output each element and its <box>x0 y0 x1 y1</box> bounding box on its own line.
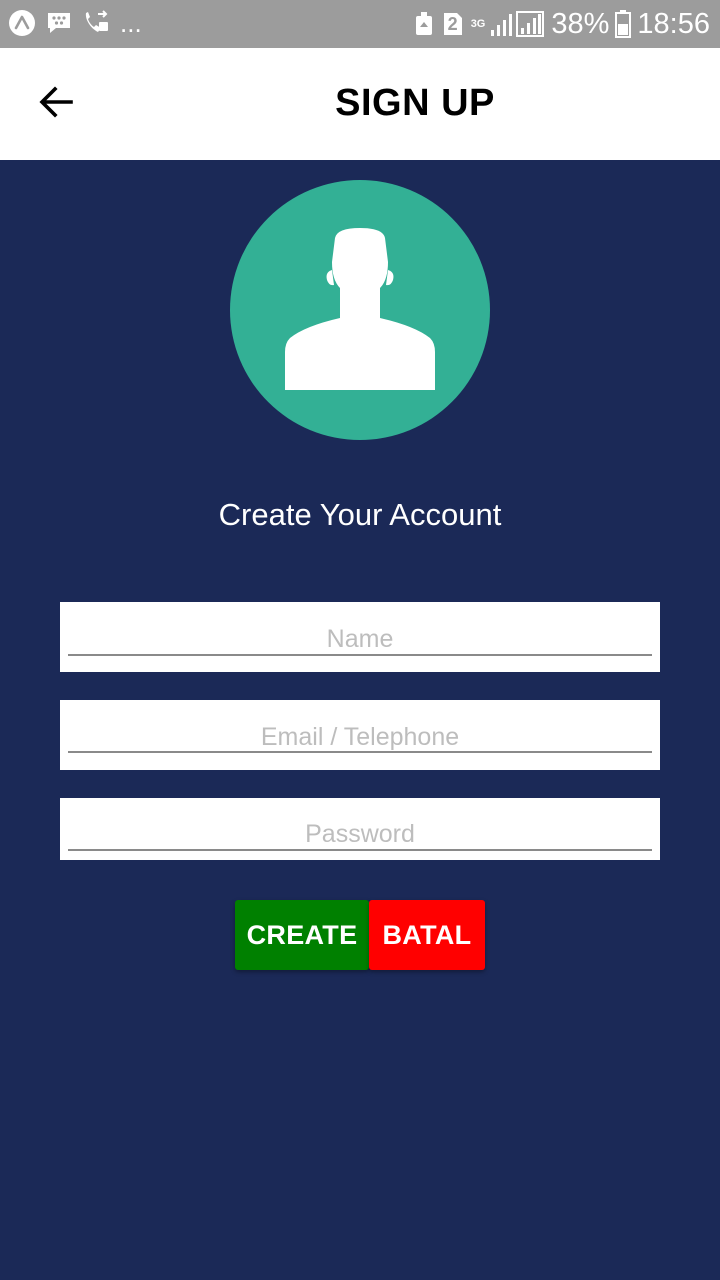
email-telephone-field <box>60 700 660 770</box>
recycle-icon <box>413 11 435 37</box>
signal-strength-icon <box>491 10 545 38</box>
battery-icon <box>615 10 632 38</box>
battery-percentage: 38% <box>551 8 610 40</box>
clock: 18:56 <box>637 8 710 40</box>
bbm-icon <box>46 11 72 35</box>
status-bar-system: 2 3G 38% 18:56 <box>413 6 710 42</box>
page-title: SIGN UP <box>335 82 495 124</box>
network-type-label: 3G <box>470 18 486 30</box>
password-field <box>60 798 660 860</box>
password-field-underline <box>68 849 652 851</box>
status-bar: ... 2 3G 38% 18:56 <box>0 0 720 48</box>
call-forward-icon <box>82 10 110 36</box>
app-notification-icon <box>8 9 36 37</box>
more-notifications-indicator: ... <box>120 8 142 38</box>
create-button[interactable]: CREATE <box>235 900 369 970</box>
app-bar: SIGN UP <box>0 48 720 160</box>
sim-card-icon: 2 <box>441 11 465 37</box>
sim-slot-number: 2 <box>447 13 458 34</box>
form-heading: Create Your Account <box>218 497 502 532</box>
email-telephone-input[interactable] <box>68 720 652 754</box>
name-field-underline <box>68 654 652 656</box>
name-field <box>60 602 660 672</box>
name-input[interactable] <box>68 622 652 656</box>
user-silhouette-icon <box>285 228 435 390</box>
batal-button[interactable]: BATAL <box>369 900 485 970</box>
avatar <box>230 180 490 440</box>
status-bar-notifications: ... <box>8 8 142 38</box>
password-input[interactable] <box>68 817 652 851</box>
email-telephone-field-underline <box>68 751 652 753</box>
